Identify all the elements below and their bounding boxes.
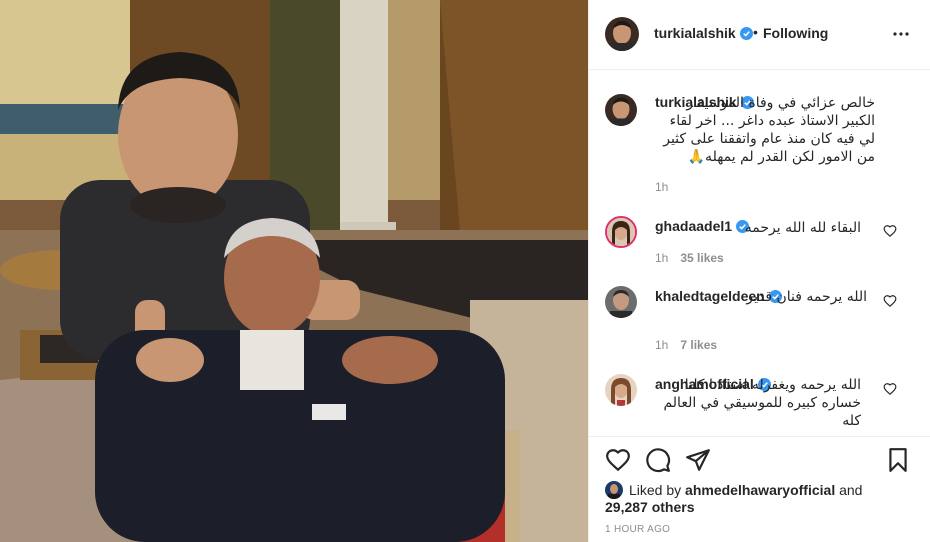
commenter-username[interactable]: ghadaadel1 bbox=[655, 218, 750, 234]
comment-text: الله يرحمه ويغفرله استاذنا كلنا خساره كب… bbox=[663, 377, 861, 429]
paper-plane-icon[interactable] bbox=[685, 447, 711, 473]
post-actions bbox=[589, 436, 930, 476]
post-timestamp[interactable]: 1 HOUR AGO bbox=[605, 524, 670, 535]
comment-item: ghadaadel1 البقاء لله الله يرحمه 1h 35 li… bbox=[589, 216, 930, 276]
comment-text: الله يرحمه فنان قدير bbox=[746, 289, 867, 305]
comment-like-heart-icon[interactable] bbox=[883, 382, 897, 396]
commenter-avatar[interactable] bbox=[605, 374, 637, 406]
comment-item: khaledtageldeen الله يرحمه فنان قدير 1h 7… bbox=[589, 286, 930, 356]
commenter-username-text[interactable]: ghadaadel1 bbox=[655, 218, 732, 234]
comment-likes[interactable]: 35 likes bbox=[680, 251, 723, 265]
heart-icon[interactable] bbox=[605, 447, 631, 473]
comment-meta: 1h 35 likes bbox=[655, 251, 724, 265]
commenter-avatar[interactable] bbox=[605, 216, 637, 248]
verified-badge-icon bbox=[739, 27, 753, 40]
liker-username[interactable]: ahmedelhawaryofficial bbox=[685, 482, 835, 498]
author-avatar[interactable] bbox=[605, 17, 639, 51]
likes-and-label: and bbox=[839, 482, 863, 498]
comments-list[interactable]: turkialalshik خالص عزائي في وفاة الموسيق… bbox=[589, 70, 930, 436]
comment-item: anghamofficial الله يرحمه ويغفرله استاذن… bbox=[589, 374, 930, 436]
liked-by-label: Liked by bbox=[629, 482, 682, 498]
post-header: turkialalshik • Following bbox=[589, 0, 930, 70]
comment-text: البقاء لله الله يرحمه bbox=[744, 220, 861, 236]
more-options-icon[interactable] bbox=[889, 22, 913, 46]
comment-meta: 1h 7 likes bbox=[655, 338, 717, 352]
post-sidebar: turkialalshik • Following turkialalshik … bbox=[588, 0, 930, 542]
comment-like-heart-icon[interactable] bbox=[883, 294, 897, 308]
comment-like-heart-icon[interactable] bbox=[883, 224, 897, 238]
comment-likes[interactable]: 7 likes bbox=[680, 338, 717, 352]
comment-icon[interactable] bbox=[645, 447, 671, 473]
caption: turkialalshik خالص عزائي في وفاة الموسيق… bbox=[589, 94, 930, 204]
caption-text: خالص عزائي في وفاة الموسيقار الكبير الاس… bbox=[663, 95, 875, 165]
post-photo[interactable] bbox=[0, 0, 588, 542]
likes-line-1: Liked by ahmedelhawaryofficial and bbox=[629, 482, 862, 498]
caption-time[interactable]: 1h bbox=[655, 180, 668, 194]
comment-time[interactable]: 1h bbox=[655, 338, 668, 352]
caption-avatar[interactable] bbox=[605, 94, 637, 126]
likes-others-count[interactable]: 29,287 others bbox=[605, 499, 695, 515]
commenter-avatar[interactable] bbox=[605, 286, 637, 318]
liker-avatar[interactable] bbox=[605, 481, 623, 499]
following-button[interactable]: Following bbox=[763, 25, 828, 41]
author-username-text[interactable]: turkialalshik bbox=[654, 25, 736, 41]
separator-dot: • bbox=[753, 24, 758, 40]
bookmark-icon[interactable] bbox=[885, 447, 911, 473]
comment-time[interactable]: 1h bbox=[655, 251, 668, 265]
author-username[interactable]: turkialalshik bbox=[654, 25, 753, 41]
